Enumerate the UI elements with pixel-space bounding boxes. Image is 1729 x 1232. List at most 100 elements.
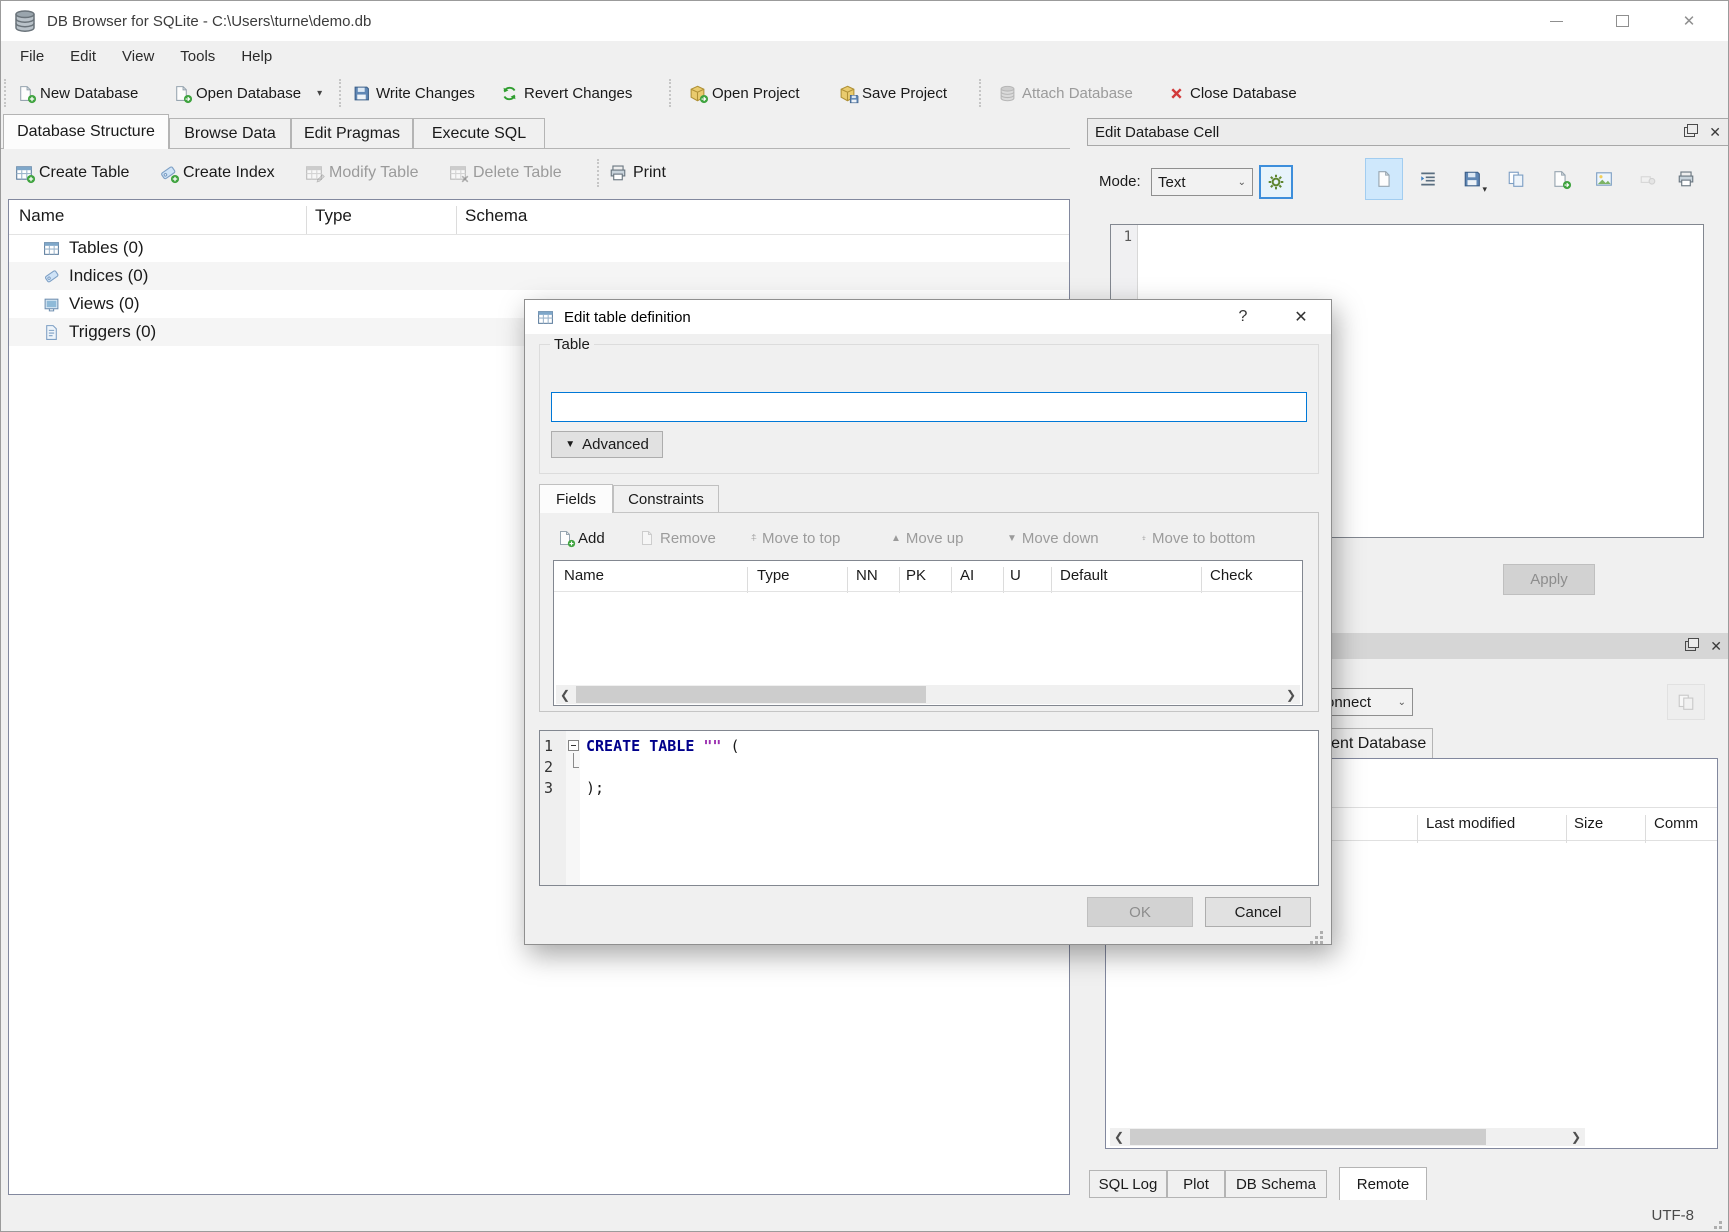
cancel-button[interactable]: Cancel [1205,897,1311,927]
dialog-help-button[interactable]: ? [1221,300,1265,334]
col-pk[interactable]: PK [906,567,926,584]
scroll-left-icon[interactable]: ❮ [1110,1130,1128,1144]
tab-current-database[interactable]: rent Database [1319,728,1433,758]
column-divider[interactable] [1051,567,1052,593]
import-data-button[interactable]: ▾ [1453,158,1491,200]
fields-table-hscrollbar[interactable]: ❮ ❯ [556,685,1300,704]
mode-select[interactable]: Text ⌄ [1151,168,1253,196]
tree-row-tables[interactable]: Tables (0) [9,234,1069,262]
column-divider[interactable] [1566,815,1567,843]
tab-plot[interactable]: Plot [1167,1170,1225,1198]
tab-fields[interactable]: Fields [539,484,613,513]
close-panel-icon[interactable]: ✕ [1710,638,1722,655]
export-data-button[interactable] [1497,158,1535,200]
col-type[interactable]: Type [757,567,790,584]
tab-execute-sql[interactable]: Execute SQL [413,118,545,148]
tab-remote[interactable]: Remote [1339,1167,1427,1200]
connect-select[interactable]: onnect ⌄ [1319,688,1413,716]
table-icon [537,309,554,326]
dialog-title: Edit table definition [564,309,691,326]
table-name-input[interactable] [551,392,1307,422]
scrollbar-thumb[interactable] [1130,1129,1486,1145]
scrollbar-thumb[interactable] [576,686,926,703]
tab-edit-pragmas[interactable]: Edit Pragmas [291,118,413,148]
fold-guide-line [573,753,579,768]
column-last-modified[interactable]: Last modified [1426,815,1515,832]
column-divider[interactable] [456,206,457,234]
float-panel-icon[interactable] [1685,641,1696,651]
col-nn[interactable]: NN [856,567,878,584]
tree-column-name[interactable]: Name [19,206,64,226]
advanced-toggle-button[interactable]: ▼ Advanced [551,431,663,458]
close-panel-icon[interactable]: ✕ [1709,124,1721,141]
column-commit[interactable]: Comm [1654,815,1698,832]
menu-view[interactable]: View [109,43,167,70]
move-down-icon: ▼ [1007,533,1017,544]
remote-table-hscrollbar[interactable]: ❮ ❯ [1110,1128,1585,1146]
tab-database-structure[interactable]: Database Structure [3,114,169,149]
minimize-button[interactable] [1536,7,1576,35]
tab-constraints[interactable]: Constraints [613,485,719,513]
dialog-close-button[interactable]: ✕ [1279,300,1323,334]
menu-tools[interactable]: Tools [167,43,228,70]
column-divider[interactable] [951,567,952,593]
print-button[interactable]: Print [609,151,666,195]
column-divider[interactable] [847,567,848,593]
column-divider[interactable] [1645,815,1646,843]
open-database-button[interactable]: Open Database ▾ [173,71,322,115]
column-divider[interactable] [1201,567,1202,593]
scroll-left-icon[interactable]: ❮ [556,688,574,702]
maximize-button[interactable] [1602,7,1642,35]
column-size[interactable]: Size [1574,815,1603,832]
tab-browse-data[interactable]: Browse Data [169,118,291,148]
column-divider[interactable] [1003,567,1004,593]
views-icon [43,296,60,313]
dialog-title-bar[interactable]: Edit table definition [525,300,1331,334]
create-table-button[interactable]: Create Table [15,151,129,195]
toolbar-separator [669,79,674,107]
resize-grip[interactable] [1719,1221,1722,1224]
col-name[interactable]: Name [564,567,604,584]
text-mode-button[interactable] [1365,158,1403,200]
tree-row-indices[interactable]: Indices (0) [9,262,1069,290]
close-button[interactable]: ✕ [1669,7,1709,35]
print-cell-button[interactable] [1667,158,1705,200]
col-default[interactable]: Default [1060,567,1108,584]
word-wrap-button[interactable] [1409,158,1447,200]
menu-edit[interactable]: Edit [57,43,109,70]
create-index-button[interactable]: Create Index [159,151,275,195]
open-database-dropdown-icon[interactable]: ▾ [317,88,322,99]
add-field-button[interactable]: Add [557,524,605,552]
auto-apply-button[interactable] [1259,165,1293,199]
dialog-resize-grip[interactable] [1320,931,1323,934]
tab-sql-log[interactable]: SQL Log [1089,1170,1167,1198]
col-u[interactable]: U [1010,567,1021,584]
tree-column-schema[interactable]: Schema [465,206,527,226]
column-divider[interactable] [747,567,748,593]
float-panel-icon[interactable] [1684,127,1695,137]
encoding-indicator[interactable]: UTF-8 [1652,1207,1695,1224]
col-ai[interactable]: AI [960,567,974,584]
save-as-button[interactable] [1541,158,1579,200]
col-check[interactable]: Check [1210,567,1253,584]
close-database-button[interactable]: Close Database [1169,71,1297,115]
save-project-button[interactable]: Save Project [839,71,947,115]
tab-db-schema[interactable]: DB Schema [1225,1170,1327,1198]
scroll-right-icon[interactable]: ❯ [1282,688,1300,702]
fold-collapse-icon[interactable] [568,740,579,751]
menu-file[interactable]: File [7,43,57,70]
doc-export-icon [1551,170,1569,188]
revert-changes-button[interactable]: Revert Changes [501,71,632,115]
move-up-icon: ▲ [891,533,901,544]
column-divider[interactable] [306,206,307,234]
open-in-app-button[interactable] [1585,158,1623,200]
write-changes-button[interactable]: Write Changes [353,71,475,115]
column-divider[interactable] [1417,815,1418,843]
tree-column-type[interactable]: Type [315,206,352,226]
column-divider[interactable] [899,567,900,593]
scroll-right-icon[interactable]: ❯ [1567,1130,1585,1144]
open-project-button[interactable]: Open Project [689,71,800,115]
menu-help[interactable]: Help [228,43,285,70]
new-database-button[interactable]: New Database [17,71,138,115]
image-icon [1595,170,1613,188]
